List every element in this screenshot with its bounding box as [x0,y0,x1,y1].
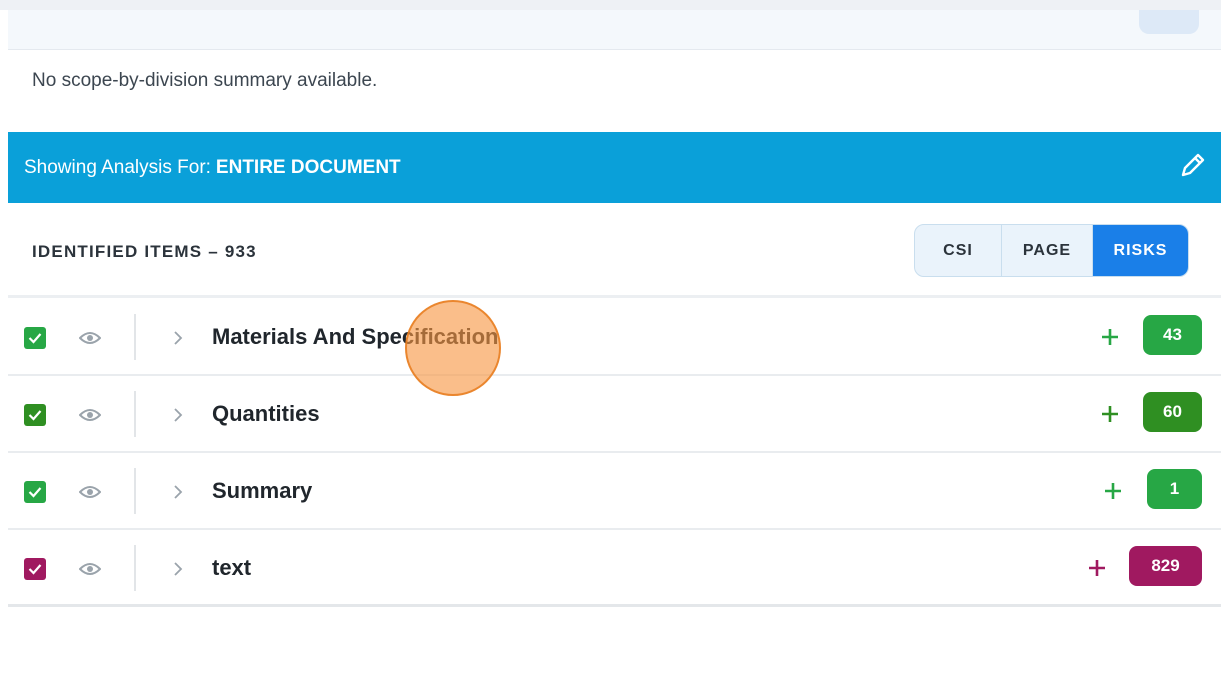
summary-message: No scope-by-division summary available. [32,70,378,91]
view-toggle-page[interactable]: PAGE [1001,225,1092,276]
item-label: Quantities [212,401,320,426]
count-badge: 43 [1143,315,1202,355]
analysis-scope: ENTIRE DOCUMENT [215,156,401,178]
chevron-right-icon[interactable] [170,327,186,349]
top-toggle-button[interactable] [1139,10,1199,34]
list-item[interactable]: Quantities 60 [8,376,1221,453]
plus-icon[interactable] [1085,556,1109,580]
list-item[interactable]: text 829 [8,530,1221,607]
count-badge: 829 [1129,546,1202,586]
view-toggle: CSI PAGE RISKS [914,224,1189,277]
analysis-banner: Showing Analysis For: ENTIRE DOCUMENT [8,132,1221,203]
view-toggle-csi[interactable]: CSI [915,225,1001,276]
chevron-right-icon[interactable] [170,481,186,503]
identified-items-header: IDENTIFIED ITEMS – 933 CSI PAGE RISKS [8,203,1221,298]
row-divider [134,314,136,360]
item-label: text [212,555,252,580]
checkbox-icon[interactable] [24,327,46,349]
count-badge: 1 [1147,469,1202,509]
analysis-label: Showing Analysis For: [24,156,211,178]
eye-icon[interactable] [78,558,102,580]
row-divider [134,545,136,591]
eye-icon[interactable] [78,327,102,349]
item-label: Summary [212,478,313,503]
list-item[interactable]: Summary 1 [8,453,1221,530]
checkbox-icon[interactable] [24,558,46,580]
checkbox-icon[interactable] [24,481,46,503]
plus-icon[interactable] [1101,479,1125,503]
chevron-right-icon[interactable] [170,404,186,426]
view-toggle-risks[interactable]: RISKS [1092,225,1188,276]
chevron-right-icon[interactable] [170,558,186,580]
eye-icon[interactable] [78,481,102,503]
item-label: Materials And Specification [212,324,499,349]
edit-scope-button[interactable] [1175,150,1211,186]
checkbox-icon[interactable] [24,404,46,426]
identified-items-title: IDENTIFIED ITEMS – 933 [32,242,257,261]
plus-icon[interactable] [1098,325,1122,349]
eye-icon[interactable] [78,404,102,426]
count-badge: 60 [1143,392,1202,432]
top-strip [8,10,1221,50]
list-item[interactable]: Materials And Specification 43 [8,299,1221,376]
row-divider [134,391,136,437]
top-band [0,0,1221,10]
pencil-icon [1178,150,1208,186]
plus-icon[interactable] [1098,402,1122,426]
row-divider [134,468,136,514]
